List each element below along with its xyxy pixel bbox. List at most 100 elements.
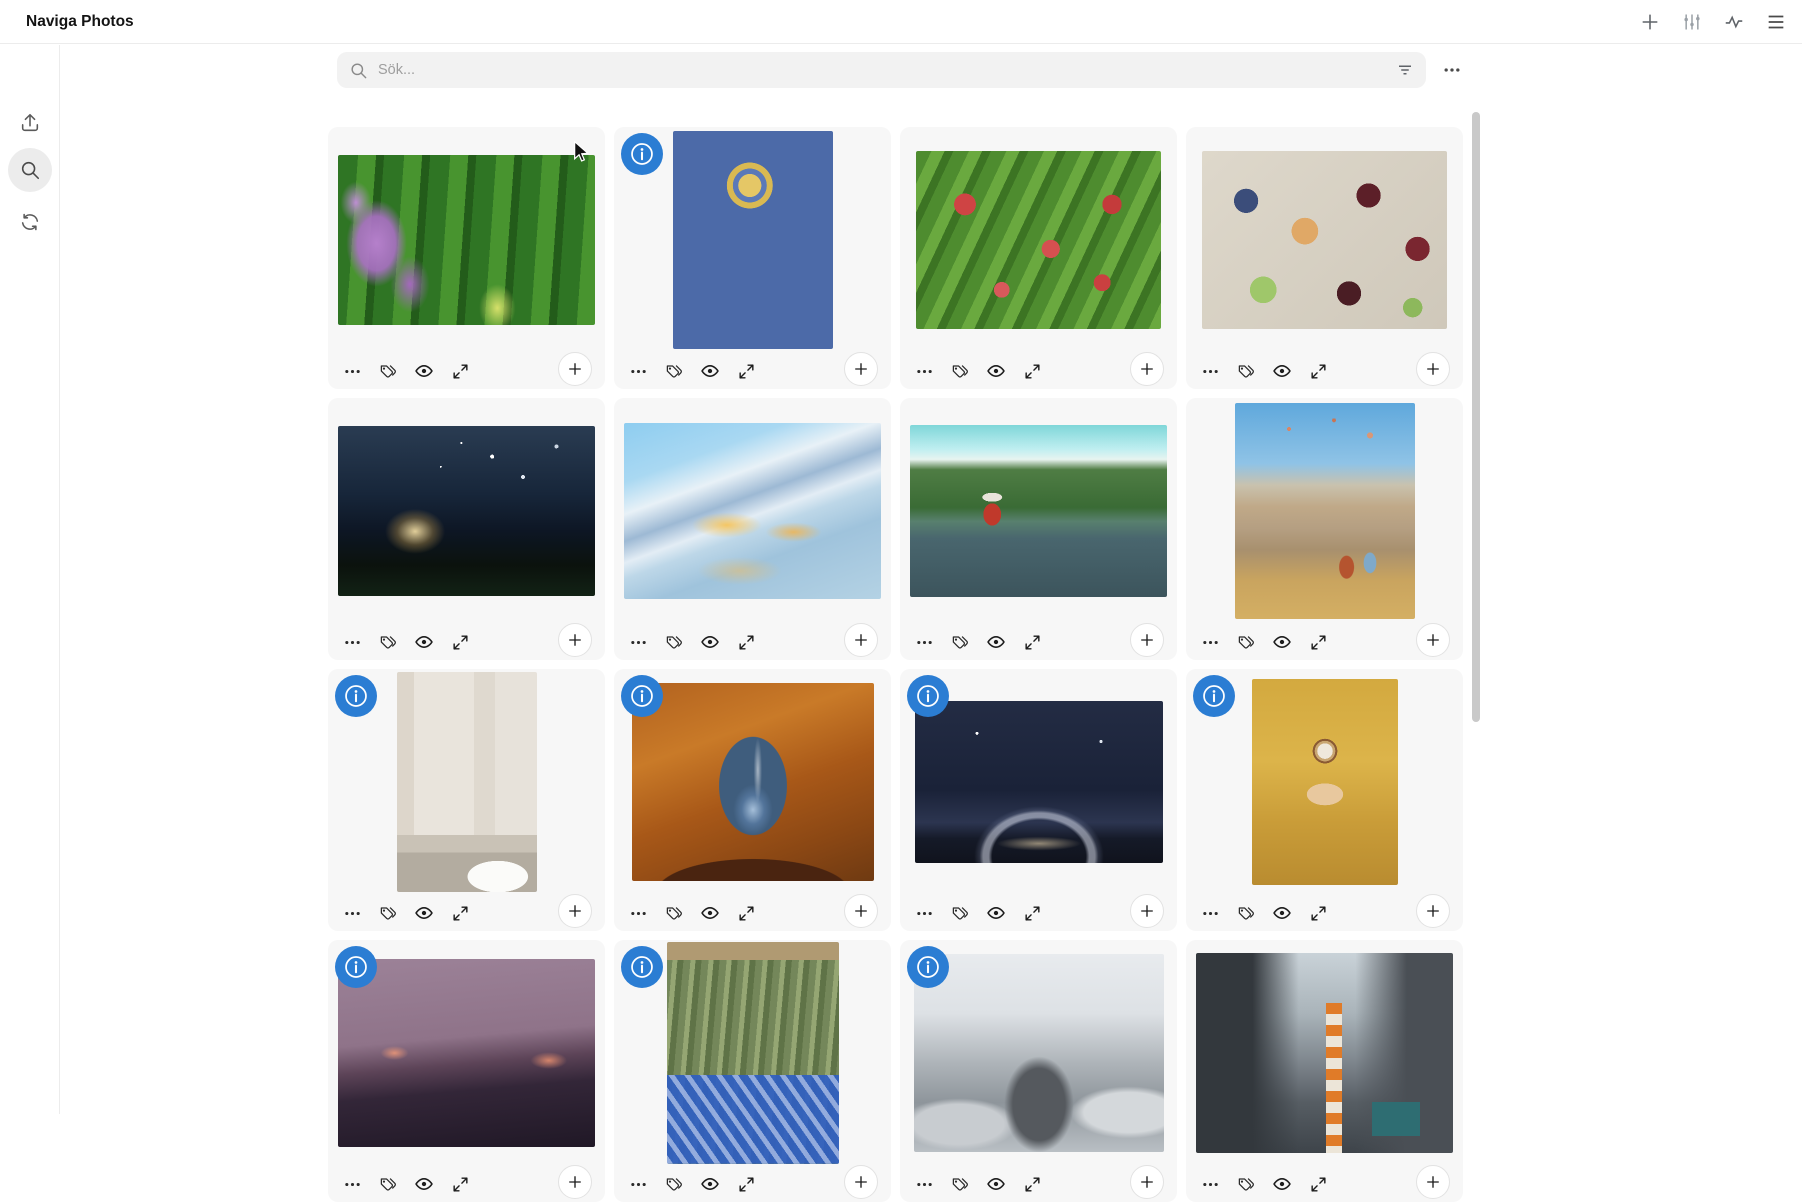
info-badge[interactable]: [907, 675, 949, 717]
add-to-collection-button[interactable]: [1130, 352, 1164, 386]
photo-asparagus-crate[interactable]: [666, 942, 839, 1164]
photo-night-shelter[interactable]: [338, 426, 595, 596]
preview-button[interactable]: [413, 902, 435, 924]
expand-button[interactable]: [1307, 631, 1329, 653]
activity-button[interactable]: [1722, 10, 1746, 34]
more-options-button[interactable]: [1199, 902, 1221, 924]
tags-button[interactable]: [377, 360, 399, 382]
tags-button[interactable]: [949, 360, 971, 382]
expand-button[interactable]: [735, 902, 757, 924]
more-options-button[interactable]: [627, 631, 649, 653]
more-options-button[interactable]: [341, 360, 363, 382]
more-options-button[interactable]: [1199, 1173, 1221, 1195]
preview-button[interactable]: [699, 1173, 721, 1195]
add-to-collection-button[interactable]: [558, 352, 592, 386]
expand-button[interactable]: [1307, 902, 1329, 924]
tags-button[interactable]: [949, 902, 971, 924]
photo-monochrome-peak[interactable]: [913, 954, 1164, 1152]
expand-button[interactable]: [1021, 631, 1043, 653]
add-to-collection-button[interactable]: [1130, 623, 1164, 657]
add-to-collection-button[interactable]: [558, 894, 592, 928]
add-to-collection-button[interactable]: [1416, 894, 1450, 928]
expand-button[interactable]: [735, 1173, 757, 1195]
info-badge[interactable]: [621, 133, 663, 175]
more-options-button[interactable]: [627, 1173, 649, 1195]
preview-button[interactable]: [413, 1173, 435, 1195]
tags-button[interactable]: [663, 1173, 685, 1195]
more-options-button[interactable]: [341, 902, 363, 924]
photo-apple-tree[interactable]: [916, 151, 1161, 329]
add-button[interactable]: [1638, 10, 1662, 34]
preview-button[interactable]: [985, 631, 1007, 653]
tags-button[interactable]: [663, 631, 685, 653]
add-to-collection-button[interactable]: [844, 623, 878, 657]
photo-cappadocia-overlook[interactable]: [1234, 403, 1415, 619]
more-options-button[interactable]: [913, 902, 935, 924]
expand-button[interactable]: [449, 631, 471, 653]
add-to-collection-button[interactable]: [1416, 623, 1450, 657]
add-to-collection-button[interactable]: [558, 623, 592, 657]
tags-button[interactable]: [1235, 360, 1257, 382]
expand-button[interactable]: [449, 1173, 471, 1195]
photo-stone-bathroom[interactable]: [396, 672, 537, 892]
more-options-button[interactable]: [913, 1173, 935, 1195]
preview-button[interactable]: [699, 902, 721, 924]
tags-button[interactable]: [1235, 902, 1257, 924]
expand-button[interactable]: [1021, 1173, 1043, 1195]
preview-button[interactable]: [699, 360, 721, 382]
more-options-button[interactable]: [341, 631, 363, 653]
add-to-collection-button[interactable]: [844, 894, 878, 928]
add-to-collection-button[interactable]: [844, 1165, 878, 1199]
more-options-button[interactable]: [913, 360, 935, 382]
preview-button[interactable]: [1271, 1173, 1293, 1195]
tags-button[interactable]: [377, 631, 399, 653]
tags-button[interactable]: [949, 631, 971, 653]
photo-dusk-mountains[interactable]: [338, 959, 595, 1147]
photo-fruit-crates[interactable]: [1202, 151, 1447, 329]
more-options-button[interactable]: [341, 1173, 363, 1195]
info-badge[interactable]: [907, 946, 949, 988]
expand-button[interactable]: [1021, 902, 1043, 924]
photo-milky-way-lake[interactable]: [914, 701, 1163, 863]
filters-panel-button[interactable]: [1680, 10, 1704, 34]
preview-button[interactable]: [985, 1173, 1007, 1195]
expand-button[interactable]: [449, 360, 471, 382]
info-badge[interactable]: [621, 675, 663, 717]
expand-button[interactable]: [735, 360, 757, 382]
info-badge[interactable]: [335, 946, 377, 988]
more-options-button[interactable]: [627, 360, 649, 382]
menu-button[interactable]: [1764, 10, 1788, 34]
preview-button[interactable]: [1271, 902, 1293, 924]
filter-button[interactable]: [1390, 55, 1420, 85]
info-badge[interactable]: [621, 946, 663, 988]
preview-button[interactable]: [699, 631, 721, 653]
photo-desert-arch-stars[interactable]: [631, 683, 874, 881]
tags-button[interactable]: [1235, 1173, 1257, 1195]
tags-button[interactable]: [663, 902, 685, 924]
expand-button[interactable]: [1307, 1173, 1329, 1195]
photo-lilac-garden[interactable]: [338, 155, 595, 325]
sidebar-item-upload[interactable]: [8, 101, 52, 145]
add-to-collection-button[interactable]: [1130, 1165, 1164, 1199]
photo-lakeside-cabin[interactable]: [910, 425, 1167, 597]
expand-button[interactable]: [1307, 360, 1329, 382]
preview-button[interactable]: [1271, 631, 1293, 653]
search-input[interactable]: [378, 62, 1390, 78]
preview-button[interactable]: [985, 902, 1007, 924]
tags-button[interactable]: [1235, 631, 1257, 653]
expand-button[interactable]: [735, 631, 757, 653]
expand-button[interactable]: [449, 902, 471, 924]
add-to-collection-button[interactable]: [1416, 1165, 1450, 1199]
tags-button[interactable]: [949, 1173, 971, 1195]
photo-hot-air-balloon[interactable]: [672, 131, 833, 349]
info-badge[interactable]: [335, 675, 377, 717]
expand-button[interactable]: [1021, 360, 1043, 382]
more-options-button[interactable]: [1199, 631, 1221, 653]
add-to-collection-button[interactable]: [1416, 352, 1450, 386]
add-to-collection-button[interactable]: [558, 1165, 592, 1199]
photo-city-street-chimney[interactable]: [1196, 953, 1453, 1153]
photo-snowy-fjord-village[interactable]: [624, 423, 881, 599]
sidebar-item-search[interactable]: [8, 148, 52, 192]
preview-button[interactable]: [413, 631, 435, 653]
add-to-collection-button[interactable]: [1130, 894, 1164, 928]
